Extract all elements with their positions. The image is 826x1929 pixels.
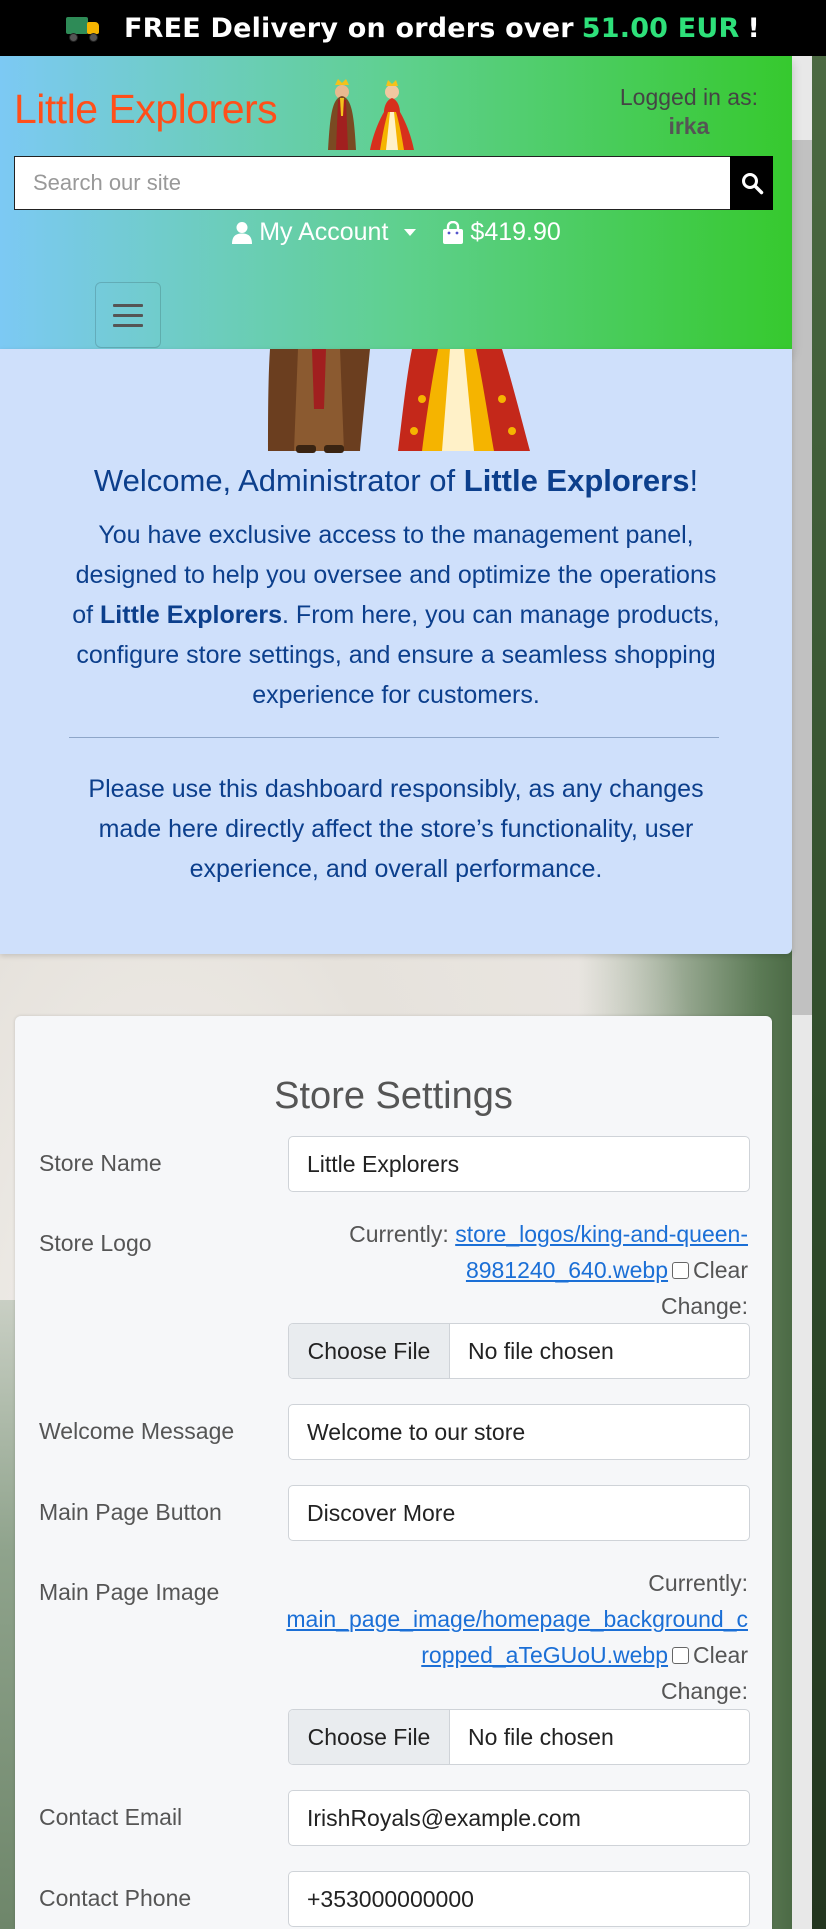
contact-email-input[interactable]: IrishRoyals@example.com <box>288 1790 750 1846</box>
store-logo-clear-checkbox[interactable] <box>672 1262 690 1279</box>
choose-file-button[interactable]: Choose File <box>289 1710 450 1764</box>
king-and-queen-illustration <box>268 349 530 453</box>
choose-file-button[interactable]: Choose File <box>289 1324 450 1378</box>
divider <box>69 737 719 738</box>
username: irka <box>668 113 710 139</box>
store-logo-current-line: Currently: store_logos/king-and-queen- <box>349 1216 748 1252</box>
promo-text: FREE Delivery on orders over <box>123 12 574 44</box>
king-and-queen-logo-icon[interactable] <box>314 76 424 152</box>
store-logo-file-input[interactable]: Choose File No file chosen <box>288 1323 750 1379</box>
store-logo-current-line2: 8981240_640.webp Clear <box>349 1252 748 1288</box>
promo-amount: 51.00 EUR <box>581 12 740 44</box>
welcome-intro-store: Little Explorers <box>100 601 283 629</box>
cart-link[interactable]: $419.90 <box>442 218 561 247</box>
hamburger-icon-bar <box>113 323 143 327</box>
contact-phone-label: Contact Phone <box>39 1885 192 1911</box>
brand-name[interactable]: Little Explorers <box>14 86 278 133</box>
store-logo-link-cont[interactable]: 8981240_640.webp <box>466 1257 668 1283</box>
welcome-heading-store: Little Explorers <box>463 463 690 498</box>
change-label: Change: <box>661 1678 748 1704</box>
logged-in-label: Logged in as: <box>619 84 758 110</box>
contact-email-label: Contact Email <box>39 1804 183 1830</box>
promo-exclaim: ! <box>747 12 761 44</box>
main-page-image-file-input[interactable]: Choose File No file chosen <box>288 1709 750 1765</box>
welcome-intro: You have exclusive access to the managem… <box>70 515 722 715</box>
main-page-image-clear-checkbox[interactable] <box>672 1647 690 1664</box>
clear-label: Clear <box>693 1257 748 1283</box>
welcome-heading-end: ! <box>689 463 699 498</box>
scrollbar-thumb[interactable] <box>792 140 812 1015</box>
welcome-heading: Welcome, Administrator of Little Explore… <box>0 463 792 499</box>
delivery-truck-icon <box>65 17 100 42</box>
welcome-heading-text: Welcome, Administrator of <box>93 463 464 498</box>
hamburger-icon <box>113 303 143 307</box>
file-status: No file chosen <box>468 1337 614 1364</box>
promo-banner: FREE Delivery on orders over 51.00 EUR ! <box>0 0 826 56</box>
hamburger-icon-bar <box>113 313 143 317</box>
header-nav: My Account $419.90 <box>0 218 792 247</box>
search-icon <box>741 173 763 195</box>
search-button[interactable] <box>730 156 773 210</box>
main-page-image-current: Currently: main_page_image/homepage_back… <box>286 1565 748 1709</box>
store-logo-label: Store Logo <box>39 1230 152 1256</box>
main-page-button-label: Main Page Button <box>39 1499 222 1525</box>
chevron-down-icon <box>404 229 417 236</box>
search-bar <box>14 156 773 210</box>
file-status: No file chosen <box>468 1723 614 1750</box>
cart-total: $419.90 <box>470 218 561 246</box>
welcome-warning: Please use this dashboard responsibly, a… <box>88 775 704 883</box>
store-logo-link[interactable]: store_logos/king-and-queen- <box>455 1221 748 1247</box>
store-settings-card: Store Settings Store Name Little Explore… <box>15 1016 772 1929</box>
store-settings-title: Store Settings <box>274 1075 513 1117</box>
shopping-bag-icon <box>443 220 464 244</box>
admin-welcome-panel: Welcome, Administrator of Little Explore… <box>0 349 792 954</box>
user-icon <box>232 221 253 244</box>
site-header: Little Explorers Logged in as: irka Sear… <box>0 56 792 349</box>
store-name-input[interactable]: Little Explorers <box>288 1136 750 1192</box>
search-input[interactable] <box>14 156 730 210</box>
main-page-image-link[interactable]: main_page_image/homepage_background_c <box>286 1606 748 1632</box>
my-account-dropdown[interactable]: My Account <box>231 218 417 247</box>
clear-label: Clear <box>693 1642 748 1668</box>
main-page-image-label: Main Page Image <box>39 1579 220 1605</box>
store-name-label: Store Name <box>39 1150 162 1176</box>
store-logo-current: Currently: store_logos/king-and-queen- 8… <box>349 1216 748 1324</box>
main-page-image-link-line2: ropped_aTeGUoU.webp Clear <box>286 1637 748 1673</box>
currently-label: Currently: <box>349 1221 449 1247</box>
change-label: Change: <box>661 1293 748 1319</box>
welcome-message-input[interactable]: Welcome to our store <box>288 1404 750 1460</box>
login-status: Logged in as: irka <box>620 84 758 140</box>
navbar-toggle-button[interactable] <box>95 282 161 348</box>
main-page-image-link-cont[interactable]: ropped_aTeGUoU.webp <box>421 1642 668 1668</box>
main-page-button-input[interactable]: Discover More <box>288 1485 750 1541</box>
main-page-image-link-line: main_page_image/homepage_background_c <box>286 1601 748 1637</box>
my-account-label: My Account <box>259 218 389 246</box>
currently-label: Currently: <box>648 1570 748 1596</box>
welcome-message-label: Welcome Message <box>39 1418 235 1444</box>
contact-phone-input[interactable]: +353000000000 <box>288 1871 750 1927</box>
